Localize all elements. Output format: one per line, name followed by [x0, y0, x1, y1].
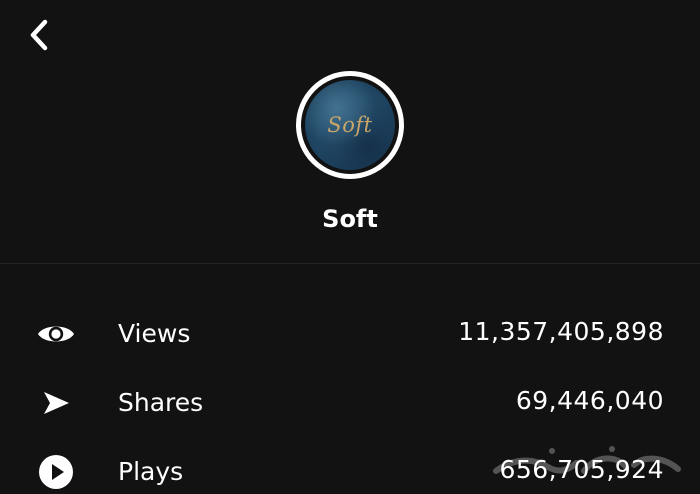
- stat-label-plays: Plays: [118, 457, 184, 486]
- play-circle-icon: [36, 452, 76, 492]
- stat-value-views: 11,357,405,898: [458, 317, 664, 346]
- avatar-image: Soft: [301, 76, 399, 174]
- avatar: Soft: [296, 71, 404, 179]
- stat-row-views: Views 11,357,405,898: [0, 312, 700, 356]
- eye-icon: [36, 314, 76, 354]
- stat-label-views: Views: [118, 319, 191, 348]
- back-button[interactable]: [22, 14, 56, 56]
- watermark-logo: [493, 446, 681, 474]
- stat-row-shares: Shares 69,446,040: [0, 381, 700, 425]
- share-arrow-icon: [36, 383, 76, 423]
- chevron-left-icon: [30, 19, 48, 51]
- stat-label-shares: Shares: [118, 388, 204, 417]
- profile-name: Soft: [322, 205, 378, 233]
- avatar-text: Soft: [327, 113, 373, 137]
- divider: [0, 263, 700, 264]
- stat-value-shares: 69,446,040: [515, 386, 664, 415]
